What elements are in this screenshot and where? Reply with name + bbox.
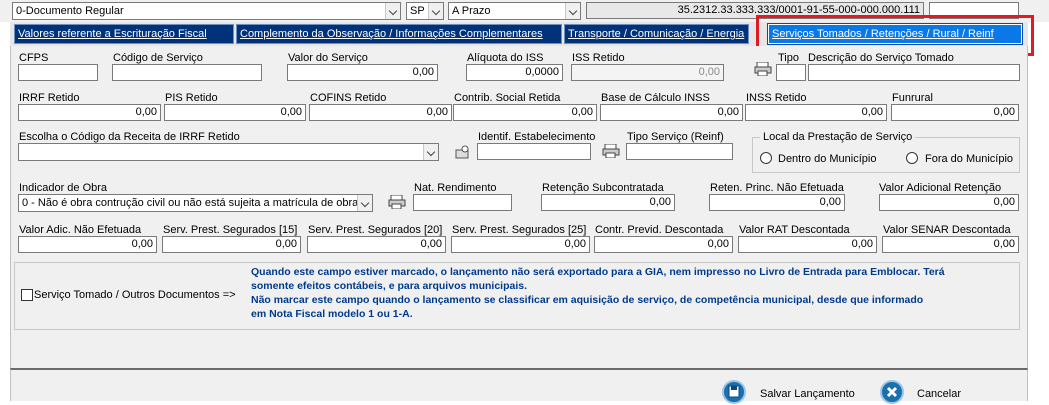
close-icon xyxy=(880,380,904,404)
servico-tomado-label: Serviço Tomado / Outros Documentos => xyxy=(34,289,236,301)
save-button[interactable]: Salvar Lançamento xyxy=(722,380,855,404)
adic-nao-efetuada-value: 0,00 xyxy=(131,238,153,250)
notice-line-2: somente efeitos contábeis, e para arquiv… xyxy=(251,280,528,292)
seg20-field[interactable]: 0,00 xyxy=(307,236,446,253)
aliquota-iss-field[interactable]: 0,0000 xyxy=(466,64,563,81)
descricao-servico-field[interactable] xyxy=(808,64,1020,81)
identif-estab-field[interactable] xyxy=(477,143,591,160)
save-label: Salvar Lançamento xyxy=(760,388,855,400)
val-adic-retencao-value: 0,00 xyxy=(993,196,1015,208)
dentro-radio[interactable] xyxy=(760,152,772,164)
indicador-obra-value: 0 - Não é obra contrução civil ou não es… xyxy=(22,197,359,209)
senar-field[interactable]: 0,00 xyxy=(882,236,1019,253)
contr-previd-value: 0,00 xyxy=(707,238,729,250)
adic-nao-efetuada-field[interactable]: 0,00 xyxy=(18,236,157,253)
dentro-label: Dentro do Município xyxy=(778,153,877,165)
ret-princ-value: 0,00 xyxy=(819,196,841,208)
printer-icon[interactable] xyxy=(754,61,772,77)
tab-escrituracao[interactable]: Valores referente a Escrituração Fiscal xyxy=(14,24,234,44)
lookup-icon[interactable] xyxy=(455,145,471,159)
senar-value: 0,00 xyxy=(993,238,1015,250)
documento-select[interactable]: 0-Documento Regular xyxy=(12,2,401,20)
rat-value: 0,00 xyxy=(851,238,873,250)
nat-rendimento-field[interactable] xyxy=(413,194,512,211)
save-icon xyxy=(722,380,746,404)
notice-text: Quando este campo estiver marcado, o lan… xyxy=(251,265,1016,321)
irrf-field[interactable]: 0,00 xyxy=(18,104,161,121)
valor-servico-value: 0,00 xyxy=(412,66,434,78)
chevron-down-icon[interactable] xyxy=(357,195,372,211)
printer-icon[interactable] xyxy=(602,143,620,159)
ret-subcontratada-field[interactable]: 0,00 xyxy=(541,194,675,211)
cancel-button[interactable]: Cancelar xyxy=(880,380,970,404)
inss-value: 0,00 xyxy=(861,106,883,118)
cofins-field[interactable]: 0,00 xyxy=(309,104,452,121)
csll-field[interactable]: 0,00 xyxy=(453,104,597,121)
seg15-value: 0,00 xyxy=(275,238,297,250)
chevron-down-icon[interactable] xyxy=(385,3,400,19)
tipo-field[interactable] xyxy=(776,64,806,81)
val-adic-retencao-field[interactable]: 0,00 xyxy=(879,194,1019,211)
local-prestacao-label: Local da Prestação de Serviço xyxy=(760,131,916,144)
fora-label: Fora do Município xyxy=(925,153,1014,165)
seg15-field[interactable]: 0,00 xyxy=(162,236,301,253)
tab-transporte[interactable]: Transporte / Comunicação / Energia xyxy=(564,24,749,44)
servico-tomado-checkbox[interactable] xyxy=(21,289,33,301)
receita-irrf-select[interactable] xyxy=(18,143,439,161)
funrural-field[interactable]: 0,00 xyxy=(891,104,1019,121)
ret-princ-field[interactable]: 0,00 xyxy=(709,194,845,211)
condicao-value: A Prazo xyxy=(452,5,491,17)
condicao-select[interactable]: A Prazo xyxy=(448,2,581,20)
notice-line-4: em Nota Fiscal modelo 1 ou 1-A. xyxy=(251,308,413,320)
tipo-servico-reinf-field[interactable] xyxy=(626,143,733,160)
footer-bar xyxy=(10,368,1028,401)
seg25-field[interactable]: 0,00 xyxy=(451,236,590,253)
printer-icon[interactable] xyxy=(388,194,406,210)
seg20-value: 0,00 xyxy=(420,238,442,250)
chevron-down-icon[interactable] xyxy=(565,3,580,19)
irrf-value: 0,00 xyxy=(135,106,157,118)
rat-field[interactable]: 0,00 xyxy=(738,236,877,253)
valor-servico-field[interactable]: 0,00 xyxy=(287,64,438,81)
tab-complemento[interactable]: Complemento da Observação / Informações … xyxy=(236,24,562,44)
notice-line-3: Não marcar este campo quando o lançament… xyxy=(251,294,924,306)
funrural-value: 0,00 xyxy=(993,106,1015,118)
chevron-down-icon[interactable] xyxy=(423,144,438,160)
contr-previd-field[interactable]: 0,00 xyxy=(594,236,733,253)
cofins-value: 0,00 xyxy=(426,106,448,118)
notice-line-1: Quando este campo estiver marcado, o lan… xyxy=(251,266,945,278)
iss-retido-value: 0,00 xyxy=(698,66,720,78)
chevron-down-icon[interactable] xyxy=(428,3,443,19)
indicador-obra-select[interactable]: 0 - Não é obra contrução civil ou não es… xyxy=(18,194,373,212)
cfps-field[interactable] xyxy=(18,64,98,81)
ret-subcontratada-value: 0,00 xyxy=(649,196,671,208)
aliquota-iss-value: 0,0000 xyxy=(525,66,559,78)
pis-value: 0,00 xyxy=(280,106,302,118)
documento-value: 0-Documento Regular xyxy=(16,5,124,17)
base-inss-value: 0,00 xyxy=(717,106,739,118)
seg25-value: 0,00 xyxy=(564,238,586,250)
iss-retido-field[interactable]: 0,00 xyxy=(571,64,724,81)
uf-select[interactable]: SP xyxy=(406,2,444,20)
inss-field[interactable]: 0,00 xyxy=(745,104,887,121)
fora-radio[interactable] xyxy=(906,152,918,164)
base-inss-field[interactable]: 0,00 xyxy=(600,104,743,121)
uf-value: SP xyxy=(410,5,425,17)
cancel-label: Cancelar xyxy=(917,388,962,400)
codigo-servico-field[interactable] xyxy=(112,64,262,81)
pis-field[interactable]: 0,00 xyxy=(164,104,306,121)
csll-value: 0,00 xyxy=(571,106,593,118)
